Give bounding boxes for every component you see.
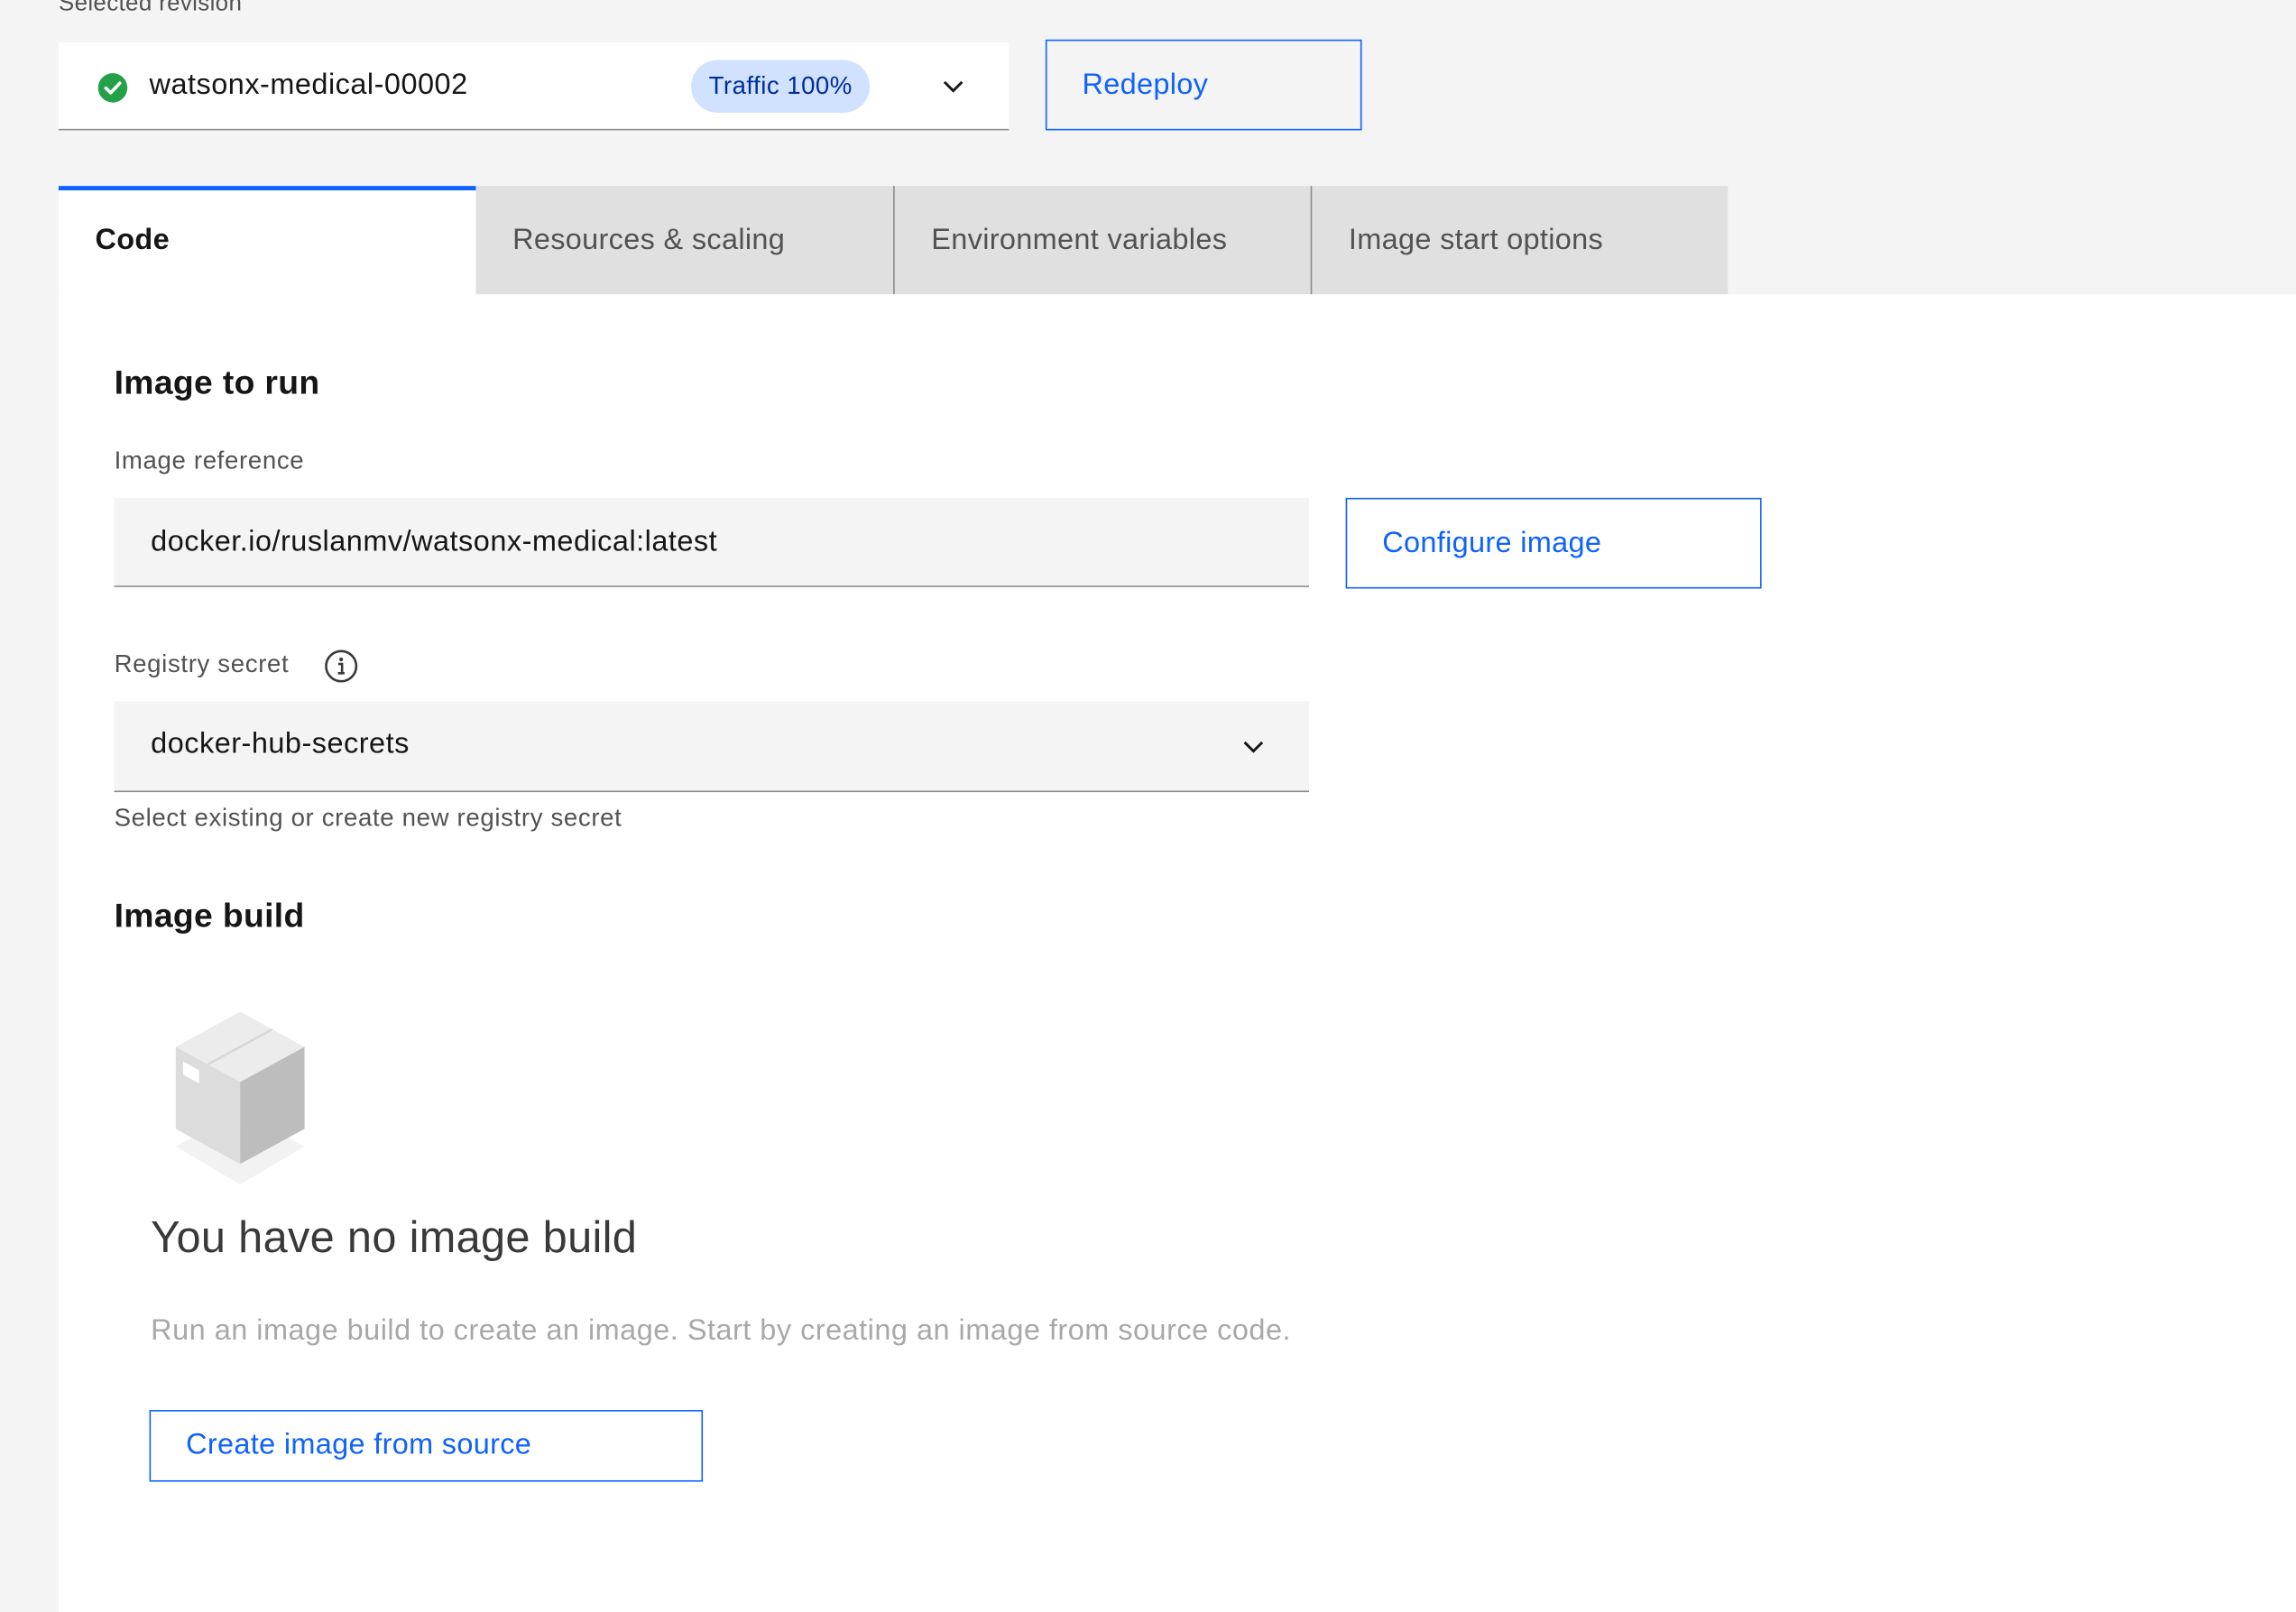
image-build-heading: Image build: [114, 896, 305, 935]
chevron-down-icon: [1243, 741, 1264, 753]
information-icon[interactable]: [324, 649, 359, 684]
create-image-from-source-button[interactable]: Create image from source: [149, 1410, 704, 1482]
image-reference-label: Image reference: [114, 447, 305, 474]
image-to-run-heading: Image to run: [114, 363, 320, 401]
code-tab-panel: Image to run Image reference Configure i…: [58, 294, 2296, 1612]
tab-resources-scaling[interactable]: Resources & scaling: [475, 186, 894, 295]
revision-dropdown[interactable]: watsonx-medical-00002 Traffic 100%: [58, 42, 1010, 131]
image-reference-input[interactable]: [114, 497, 1310, 587]
registry-secret-label: Registry secret: [114, 649, 290, 678]
tab-image-start-options[interactable]: Image start options: [1310, 186, 1729, 295]
redeploy-button[interactable]: Redeploy: [1045, 39, 1362, 131]
empty-state-description: Run an image build to create an image. S…: [151, 1314, 1291, 1348]
empty-state-title: You have no image build: [151, 1213, 638, 1263]
box-icon: [175, 1011, 305, 1185]
selected-revision-label: Selected revision: [58, 0, 243, 16]
tab-list: Code Resources & scaling Environment var…: [58, 186, 1729, 295]
registry-secret-helper: Select existing or create new registry s…: [114, 804, 622, 832]
tab-code[interactable]: Code: [58, 186, 476, 295]
traffic-badge: Traffic 100%: [691, 60, 871, 113]
configure-image-button[interactable]: Configure image: [1345, 497, 1762, 589]
registry-secret-select[interactable]: docker-hub-secrets: [114, 701, 1310, 793]
chevron-down-icon: [943, 80, 964, 93]
revision-name: watsonx-medical-00002: [149, 69, 468, 101]
registry-secret-value: docker-hub-secrets: [151, 727, 410, 760]
tab-environment-variables[interactable]: Environment variables: [893, 186, 1311, 295]
checkmark-filled-icon: [97, 73, 128, 103]
